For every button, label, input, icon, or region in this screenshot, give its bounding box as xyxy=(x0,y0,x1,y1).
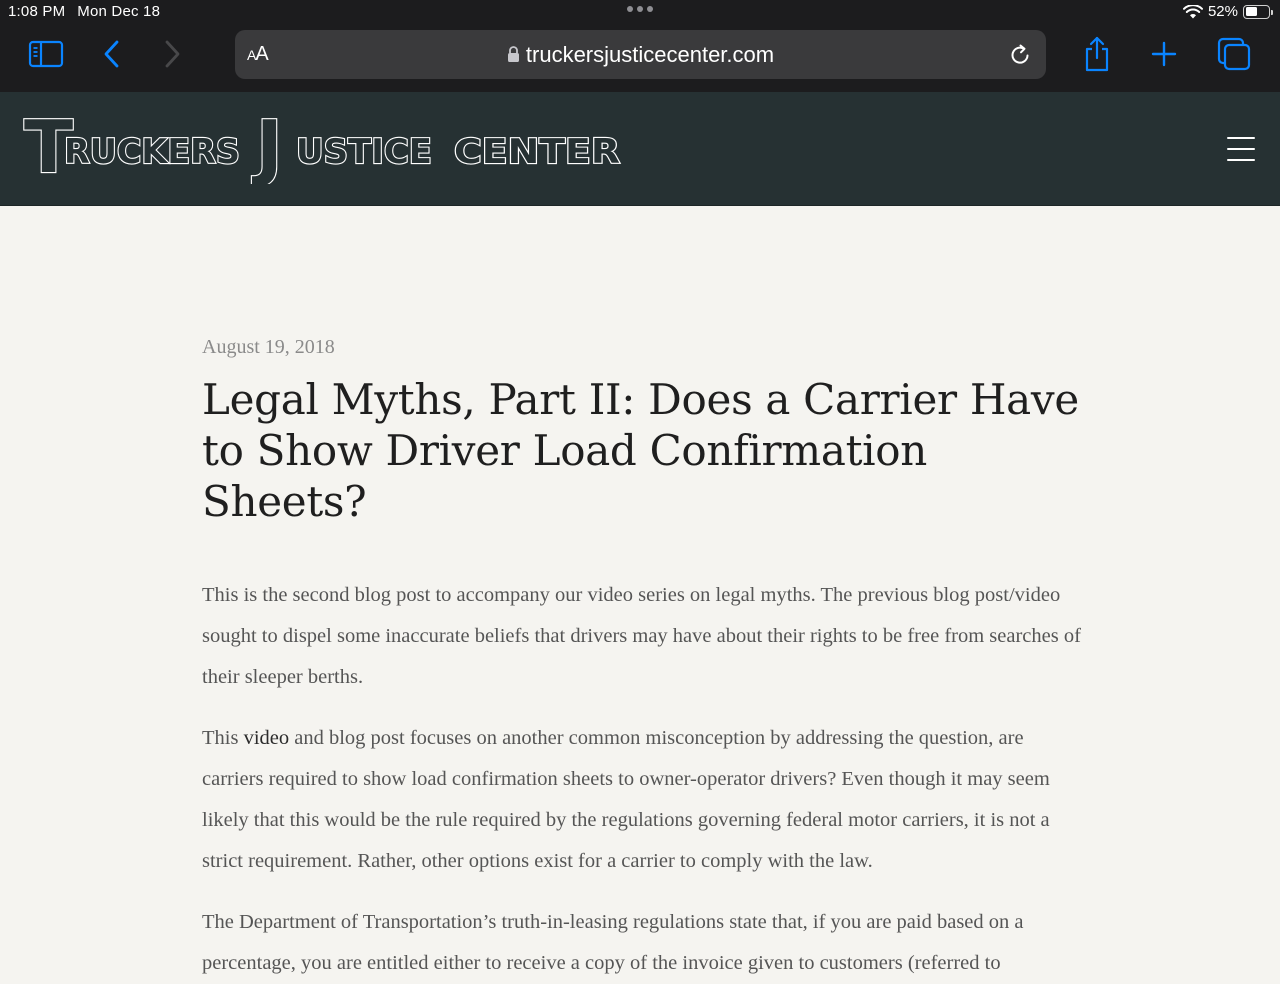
article-paragraph-3: The Department of Transportation’s truth… xyxy=(202,911,1024,974)
logo-word-justice: USTICE xyxy=(296,132,432,172)
logo-word-truckers: RUCKERS xyxy=(64,132,240,172)
hamburger-menu-icon-line xyxy=(1227,159,1255,161)
tabs-button[interactable] xyxy=(1212,32,1256,76)
address-bar[interactable]: AA truckersjusticecenter.com xyxy=(235,30,1046,79)
article-paragraph-2: This video and blog post focuses on anot… xyxy=(202,727,1050,872)
hamburger-menu-button[interactable] xyxy=(1224,134,1258,164)
plus-icon xyxy=(1151,41,1177,67)
logo-initial-j: J xyxy=(251,112,283,184)
back-button[interactable] xyxy=(90,32,134,76)
forward-button[interactable] xyxy=(150,32,194,76)
battery-level xyxy=(1245,7,1257,16)
tabs-icon xyxy=(1217,37,1251,71)
lock-icon xyxy=(507,46,519,62)
sidebar-button[interactable] xyxy=(24,32,68,76)
sidebar-icon xyxy=(28,40,64,68)
hamburger-menu-icon-line xyxy=(1227,148,1255,150)
hamburger-menu-icon-line xyxy=(1227,137,1255,139)
share-icon xyxy=(1085,36,1109,72)
chevron-left-icon xyxy=(104,40,119,68)
share-button[interactable] xyxy=(1075,32,1119,76)
post-title: Legal Myths, Part II: Does a Carrier Hav… xyxy=(202,375,1079,526)
wifi-icon xyxy=(1182,4,1203,18)
blog-article: August 19, 2018 Legal Myths, Part II: Do… xyxy=(202,206,1082,984)
status-time: 1:08 PM xyxy=(8,3,66,20)
post-date: August 19, 2018 xyxy=(202,336,335,358)
chevron-right-icon xyxy=(165,40,180,68)
status-time-date: 1:08 PM Mon Dec 18 xyxy=(8,3,160,20)
reload-button[interactable] xyxy=(1004,39,1036,71)
video-link[interactable]: video xyxy=(244,727,290,749)
status-date: Mon Dec 18 xyxy=(77,3,161,20)
new-tab-button[interactable] xyxy=(1142,32,1186,76)
battery-percent: 52% xyxy=(1207,3,1238,20)
browser-chrome: 1:08 PM Mon Dec 18 52% AA truckersjustic… xyxy=(0,0,1280,92)
url-text: truckersjusticecenter.com xyxy=(525,42,775,67)
url-display[interactable]: truckersjusticecenter.com xyxy=(235,42,1046,68)
article-paragraph-1: This is the second blog post to accompan… xyxy=(202,584,1081,688)
multitasking-dots-icon[interactable] xyxy=(626,5,654,13)
reload-icon xyxy=(1011,44,1029,64)
site-logo[interactable]: T RUCKERS J USTICE CENTER xyxy=(22,112,642,184)
status-right: 52% xyxy=(1182,3,1273,20)
battery-icon xyxy=(1243,4,1273,19)
logo-word-center: CENTER xyxy=(454,132,620,172)
site-header: T RUCKERS J USTICE CENTER xyxy=(0,92,1280,206)
